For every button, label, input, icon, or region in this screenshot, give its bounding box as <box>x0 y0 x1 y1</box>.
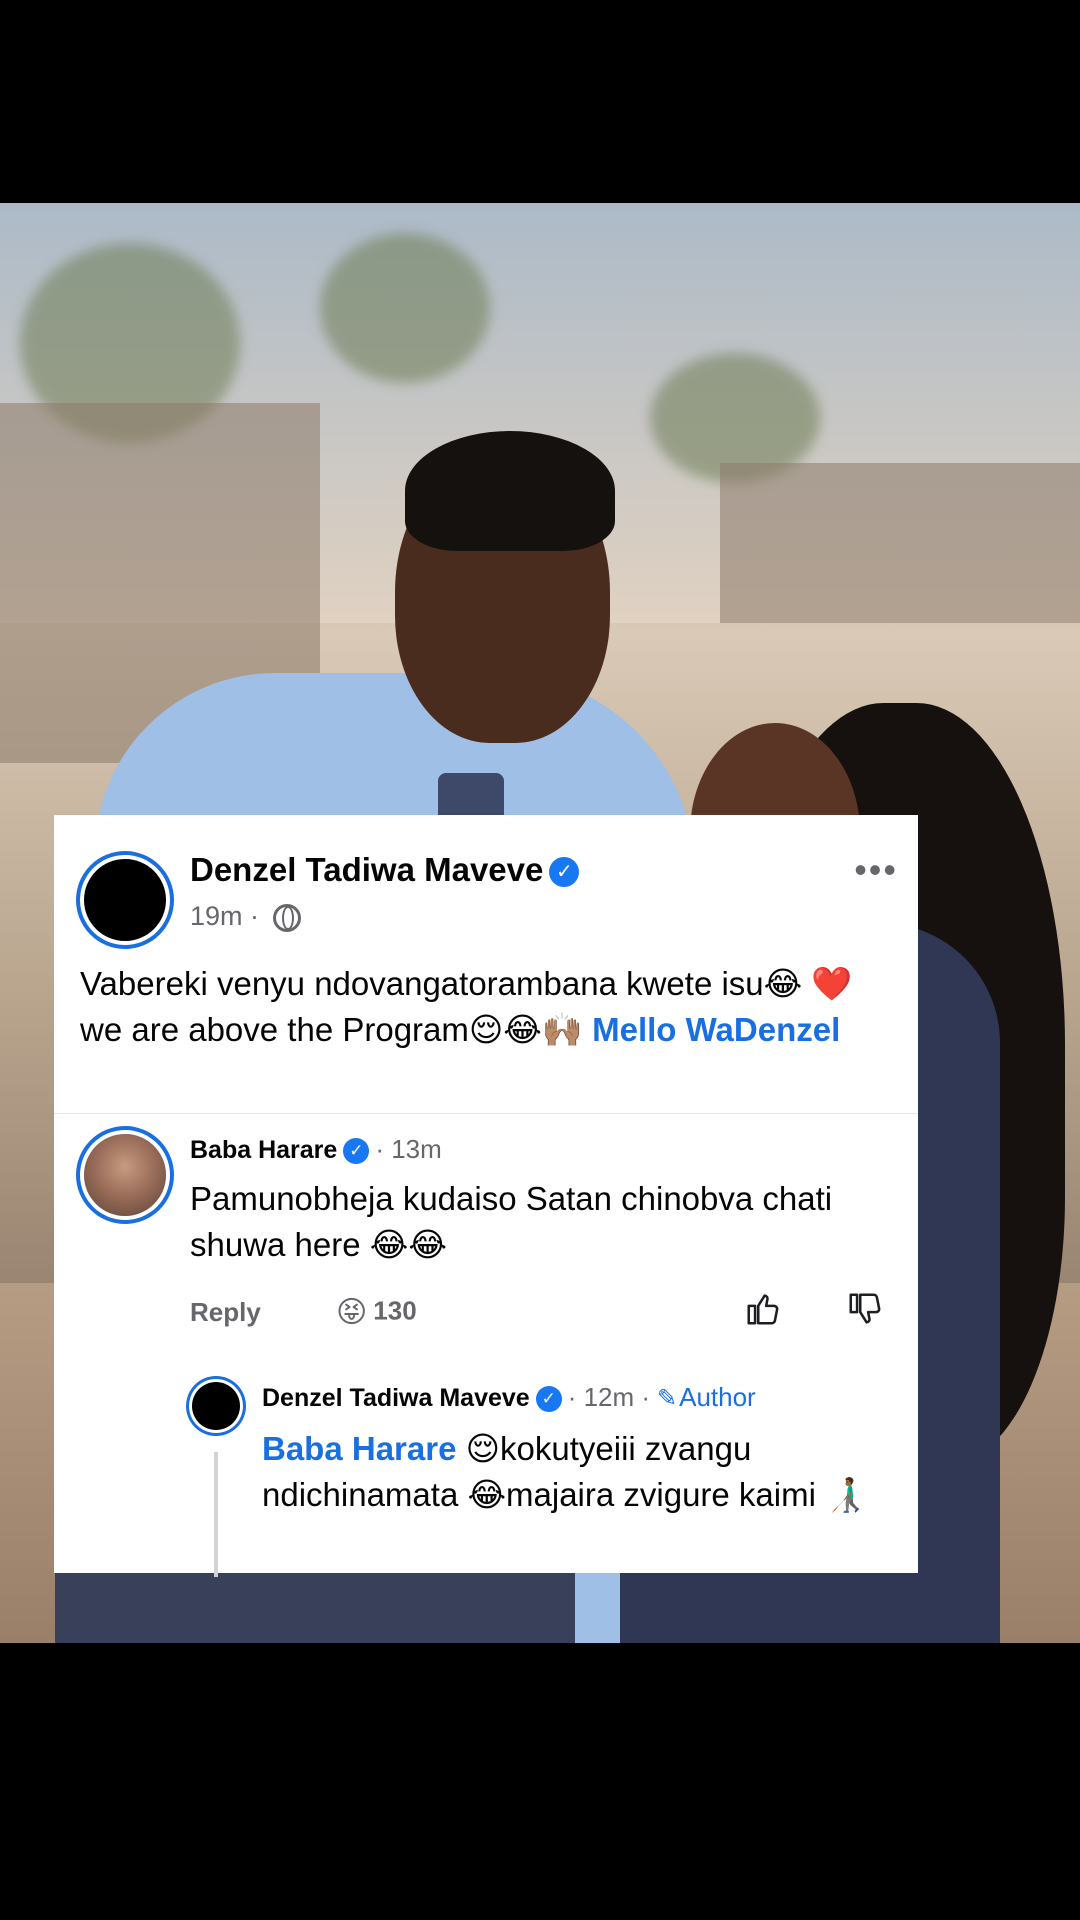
comments-card: Baba Harare ✓ · 13m Pamunobheja kudaiso Sa… <box>54 1113 918 1577</box>
photo-man-trousers <box>55 1563 575 1643</box>
post-text: Vabereki venyu ndovangatorambana kwete i… <box>80 961 890 1053</box>
commenter-avatar[interactable] <box>84 1134 166 1216</box>
reply-time: · 12m · <box>567 1382 651 1412</box>
thumbs-up-icon[interactable] <box>744 1290 782 1328</box>
comment-header: Baba Harare ✓ · 13m <box>190 1134 442 1165</box>
thumbs-down-icon[interactable] <box>846 1290 884 1328</box>
reply-text: Baba Harare 😌kokutyeiii zvangu ndichinam… <box>262 1426 902 1518</box>
author-badge-label: Author <box>679 1382 756 1412</box>
photo-building <box>720 463 1080 623</box>
author-badge: ✎Author <box>657 1382 756 1412</box>
comment-text: Pamunobheja kudaiso Satan chinobva chati… <box>190 1180 833 1263</box>
tagged-user-link[interactable]: Mello WaDenzel <box>592 1011 840 1048</box>
reply-author-avatar[interactable] <box>192 1382 240 1430</box>
post-author-label[interactable]: Denzel Tadiwa Maveve <box>190 851 543 888</box>
post-card: Denzel Tadiwa Maveve ✓ 19m · ••• Vabereki… <box>54 815 918 1113</box>
photo-palm <box>320 233 490 383</box>
reply-button[interactable]: Reply <box>190 1297 261 1328</box>
post-author-avatar[interactable] <box>84 859 166 941</box>
post-meta: 19m · <box>190 901 301 932</box>
reaction-emoji: 😝 <box>336 1296 368 1329</box>
thread-line <box>214 1452 218 1577</box>
reaction-count: 130 <box>373 1295 417 1326</box>
reaction-summary[interactable]: 😝 130 <box>336 1295 417 1330</box>
globe-icon <box>272 903 301 932</box>
mention-link[interactable]: Baba Harare <box>262 1430 456 1467</box>
post-time[interactable]: 19m <box>190 901 243 931</box>
verified-icon: ✓ <box>535 1386 562 1413</box>
reply-author-name[interactable]: Denzel Tadiwa Maveve <box>262 1384 530 1412</box>
verified-icon: ✓ <box>549 857 580 888</box>
reply-header: Denzel Tadiwa Maveve ✓ · 12m · ✎Author <box>262 1382 756 1413</box>
verified-icon: ✓ <box>343 1138 370 1165</box>
comment-time: · 13m <box>375 1134 442 1164</box>
pencil-icon: ✎ <box>657 1385 678 1412</box>
more-icon[interactable]: ••• <box>854 849 898 891</box>
commenter-name[interactable]: Baba Harare <box>190 1136 337 1164</box>
post-author-name[interactable]: Denzel Tadiwa Maveve ✓ <box>190 851 580 889</box>
photo-man-hair <box>405 431 615 551</box>
